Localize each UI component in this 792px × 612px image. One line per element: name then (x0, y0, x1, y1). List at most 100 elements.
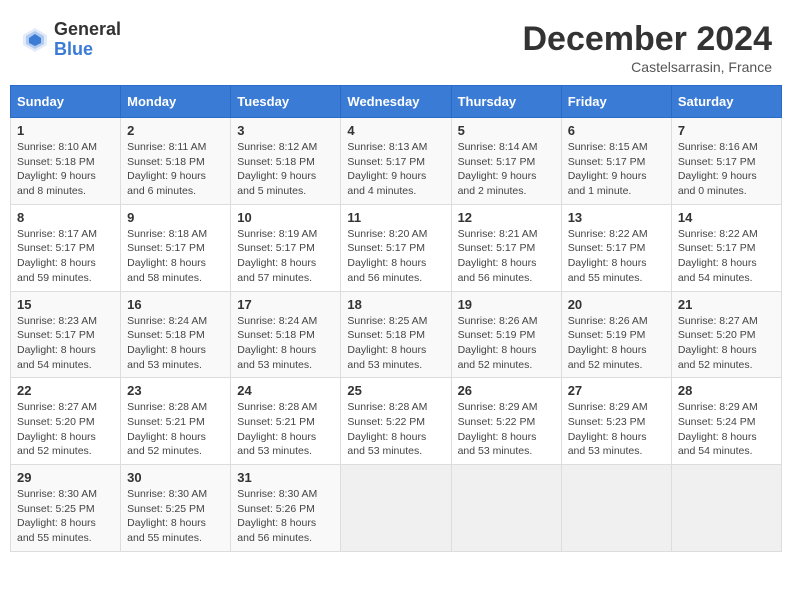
page-header: General Blue December 2024 Castelsarrasi… (10, 10, 782, 80)
day-info: Sunrise: 8:29 AMSunset: 5:23 PMDaylight:… (568, 400, 665, 459)
day-number: 15 (17, 297, 114, 312)
calendar-week-row: 1Sunrise: 8:10 AMSunset: 5:18 PMDaylight… (11, 118, 782, 205)
day-info: Sunrise: 8:30 AMSunset: 5:25 PMDaylight:… (17, 487, 114, 546)
day-number: 11 (347, 210, 444, 225)
day-info: Sunrise: 8:16 AMSunset: 5:17 PMDaylight:… (678, 140, 775, 199)
day-info: Sunrise: 8:29 AMSunset: 5:24 PMDaylight:… (678, 400, 775, 459)
table-row: 17 Sunrise: 8:24 AMSunset: 5:18 PMDayligh… (231, 291, 341, 378)
day-number: 3 (237, 123, 334, 138)
table-row: 24 Sunrise: 8:28 AMSunset: 5:21 PMDayligh… (231, 378, 341, 465)
day-number: 7 (678, 123, 775, 138)
day-number: 14 (678, 210, 775, 225)
day-info: Sunrise: 8:24 AMSunset: 5:18 PMDaylight:… (237, 314, 334, 373)
table-row: 4 Sunrise: 8:13 AMSunset: 5:17 PMDaylight… (341, 118, 451, 205)
day-number: 4 (347, 123, 444, 138)
table-row (451, 465, 561, 552)
day-number: 29 (17, 470, 114, 485)
day-number: 10 (237, 210, 334, 225)
table-row: 26Sunrise: 8:29 AMSunset: 5:22 PMDayligh… (451, 378, 561, 465)
table-row: 2Sunrise: 8:11 AMSunset: 5:18 PMDaylight… (121, 118, 231, 205)
table-row: 21 Sunrise: 8:27 AMSunset: 5:20 PMDayligh… (671, 291, 781, 378)
day-number: 8 (17, 210, 114, 225)
col-saturday: Saturday (671, 86, 781, 118)
table-row: 28 Sunrise: 8:29 AMSunset: 5:24 PMDayligh… (671, 378, 781, 465)
day-number: 27 (568, 383, 665, 398)
col-wednesday: Wednesday (341, 86, 451, 118)
table-row: 23Sunrise: 8:28 AMSunset: 5:21 PMDayligh… (121, 378, 231, 465)
location-text: Castelsarrasin, France (522, 59, 772, 75)
logo-text: General Blue (54, 20, 121, 60)
day-number: 23 (127, 383, 224, 398)
table-row: 6 Sunrise: 8:15 AMSunset: 5:17 PMDaylight… (561, 118, 671, 205)
calendar-week-row: 15 Sunrise: 8:23 AMSunset: 5:17 PMDayligh… (11, 291, 782, 378)
day-info: Sunrise: 8:19 AMSunset: 5:17 PMDaylight:… (237, 227, 334, 286)
day-info: Sunrise: 8:27 AMSunset: 5:20 PMDaylight:… (678, 314, 775, 373)
day-info: Sunrise: 8:21 AMSunset: 5:17 PMDaylight:… (458, 227, 555, 286)
table-row (561, 465, 671, 552)
day-number: 20 (568, 297, 665, 312)
day-info: Sunrise: 8:30 AMSunset: 5:26 PMDaylight:… (237, 487, 334, 546)
day-info: Sunrise: 8:22 AMSunset: 5:17 PMDaylight:… (678, 227, 775, 286)
day-info: Sunrise: 8:10 AMSunset: 5:18 PMDaylight:… (17, 140, 114, 199)
table-row: 3Sunrise: 8:12 AMSunset: 5:18 PMDaylight… (231, 118, 341, 205)
day-number: 6 (568, 123, 665, 138)
day-info: Sunrise: 8:17 AMSunset: 5:17 PMDaylight:… (17, 227, 114, 286)
day-number: 31 (237, 470, 334, 485)
table-row: 1Sunrise: 8:10 AMSunset: 5:18 PMDaylight… (11, 118, 121, 205)
table-row (671, 465, 781, 552)
day-info: Sunrise: 8:23 AMSunset: 5:17 PMDaylight:… (17, 314, 114, 373)
day-number: 26 (458, 383, 555, 398)
table-row: 29 Sunrise: 8:30 AMSunset: 5:25 PMDayligh… (11, 465, 121, 552)
day-info: Sunrise: 8:22 AMSunset: 5:17 PMDaylight:… (568, 227, 665, 286)
day-number: 13 (568, 210, 665, 225)
table-row: 12 Sunrise: 8:21 AMSunset: 5:17 PMDayligh… (451, 204, 561, 291)
table-row: 14 Sunrise: 8:22 AMSunset: 5:17 PMDayligh… (671, 204, 781, 291)
day-number: 12 (458, 210, 555, 225)
day-number: 16 (127, 297, 224, 312)
day-info: Sunrise: 8:14 AMSunset: 5:17 PMDaylight:… (458, 140, 555, 199)
table-row: 15 Sunrise: 8:23 AMSunset: 5:17 PMDayligh… (11, 291, 121, 378)
day-number: 17 (237, 297, 334, 312)
logo: General Blue (20, 20, 121, 60)
day-info: Sunrise: 8:18 AMSunset: 5:17 PMDaylight:… (127, 227, 224, 286)
col-friday: Friday (561, 86, 671, 118)
day-info: Sunrise: 8:26 AMSunset: 5:19 PMDaylight:… (458, 314, 555, 373)
day-number: 9 (127, 210, 224, 225)
table-row: 9 Sunrise: 8:18 AMSunset: 5:17 PMDaylight… (121, 204, 231, 291)
day-number: 19 (458, 297, 555, 312)
calendar-week-row: 8 Sunrise: 8:17 AMSunset: 5:17 PMDaylight… (11, 204, 782, 291)
table-row (341, 465, 451, 552)
day-number: 28 (678, 383, 775, 398)
calendar-week-row: 22Sunrise: 8:27 AMSunset: 5:20 PMDayligh… (11, 378, 782, 465)
day-number: 24 (237, 383, 334, 398)
day-number: 22 (17, 383, 114, 398)
day-info: Sunrise: 8:28 AMSunset: 5:21 PMDaylight:… (237, 400, 334, 459)
table-row: 30Sunrise: 8:30 AMSunset: 5:25 PMDayligh… (121, 465, 231, 552)
day-info: Sunrise: 8:28 AMSunset: 5:22 PMDaylight:… (347, 400, 444, 459)
table-row: 5Sunrise: 8:14 AMSunset: 5:17 PMDaylight… (451, 118, 561, 205)
col-monday: Monday (121, 86, 231, 118)
table-row: 8 Sunrise: 8:17 AMSunset: 5:17 PMDaylight… (11, 204, 121, 291)
day-info: Sunrise: 8:13 AMSunset: 5:17 PMDaylight:… (347, 140, 444, 199)
calendar-week-row: 29 Sunrise: 8:30 AMSunset: 5:25 PMDayligh… (11, 465, 782, 552)
day-number: 18 (347, 297, 444, 312)
month-title: December 2024 (522, 20, 772, 59)
table-row: 25 Sunrise: 8:28 AMSunset: 5:22 PMDayligh… (341, 378, 451, 465)
table-row: 7 Sunrise: 8:16 AMSunset: 5:17 PMDaylight… (671, 118, 781, 205)
day-info: Sunrise: 8:24 AMSunset: 5:18 PMDaylight:… (127, 314, 224, 373)
table-row: 10 Sunrise: 8:19 AMSunset: 5:17 PMDayligh… (231, 204, 341, 291)
day-info: Sunrise: 8:26 AMSunset: 5:19 PMDaylight:… (568, 314, 665, 373)
day-info: Sunrise: 8:15 AMSunset: 5:17 PMDaylight:… (568, 140, 665, 199)
calendar-table: Sunday Monday Tuesday Wednesday Thursday… (10, 85, 782, 552)
day-number: 25 (347, 383, 444, 398)
col-thursday: Thursday (451, 86, 561, 118)
day-number: 21 (678, 297, 775, 312)
col-tuesday: Tuesday (231, 86, 341, 118)
table-row: 20 Sunrise: 8:26 AMSunset: 5:19 PMDayligh… (561, 291, 671, 378)
col-sunday: Sunday (11, 86, 121, 118)
logo-general-text: General (54, 20, 121, 40)
table-row: 19 Sunrise: 8:26 AMSunset: 5:19 PMDayligh… (451, 291, 561, 378)
day-info: Sunrise: 8:30 AMSunset: 5:25 PMDaylight:… (127, 487, 224, 546)
calendar-header-row: Sunday Monday Tuesday Wednesday Thursday… (11, 86, 782, 118)
logo-icon (20, 25, 50, 55)
